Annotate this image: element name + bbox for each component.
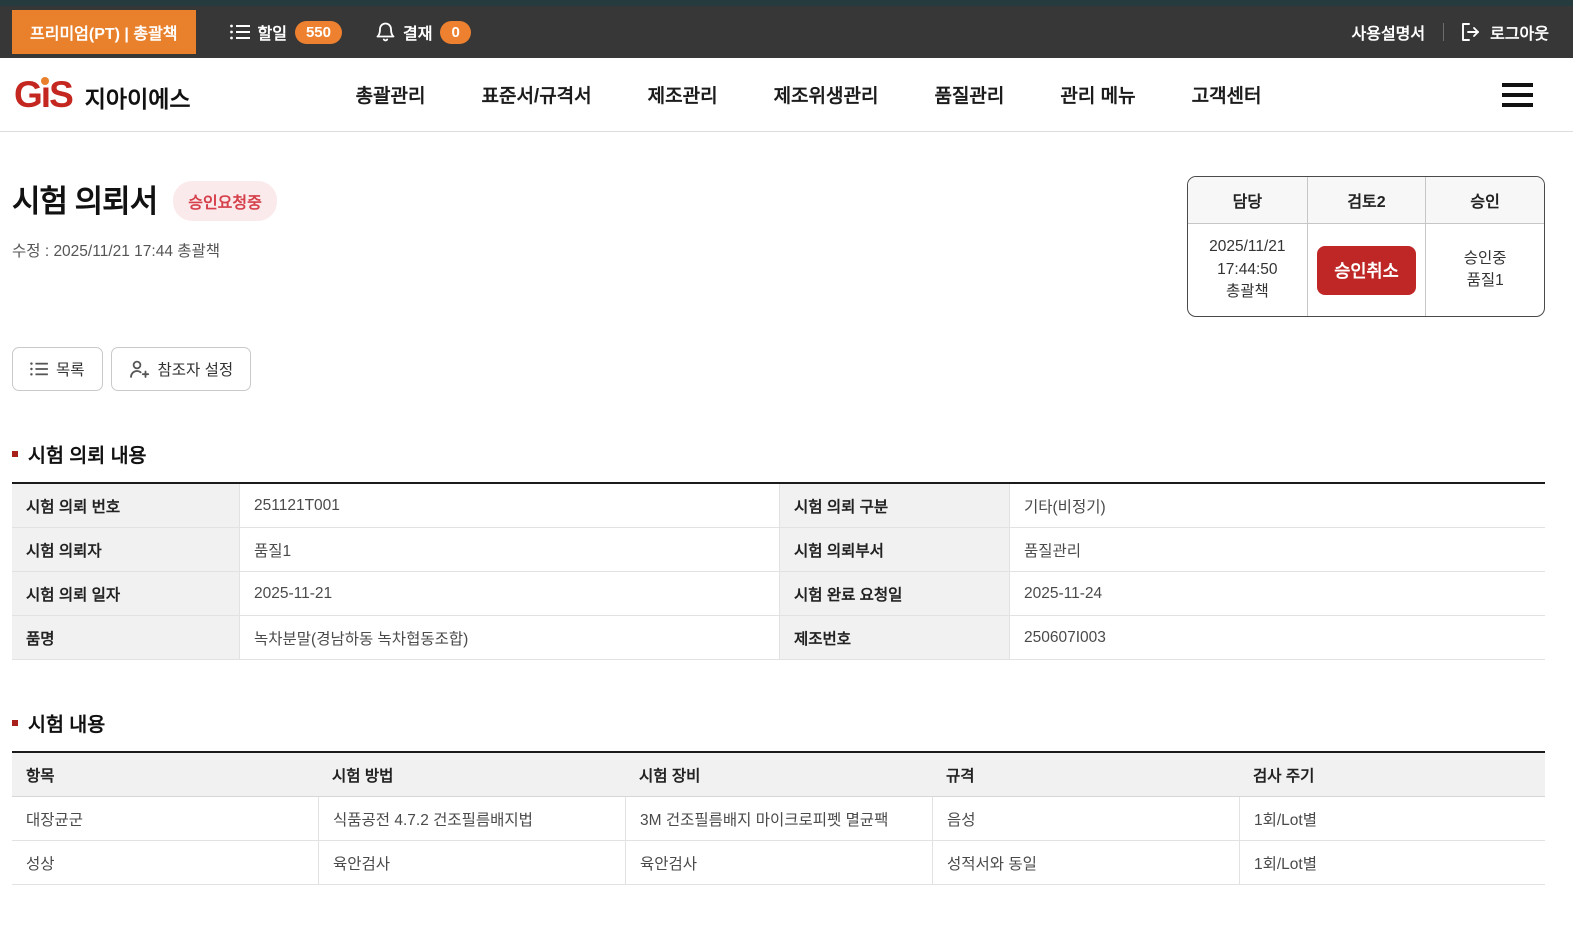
todo-count-badge: 550 [294,20,342,44]
field-label: 시험 의뢰부서 [780,528,1010,572]
table-cell: 육안검사 [625,841,932,885]
bell-icon [376,22,395,42]
hamburger-menu-icon[interactable] [1502,82,1533,107]
test-section-title: 시험 내용 [28,714,106,736]
table-cell: 식품공전 4.7.2 건조필름배지법 [318,797,625,841]
column-header: 항목 [12,753,318,797]
table-cell: 1회/Lot별 [1239,841,1545,885]
nav-item-customer-center[interactable]: 고객센터 [1192,81,1262,108]
field-label: 시험 완료 요청일 [780,572,1010,616]
page-title: 시험 의뢰서 [12,184,158,219]
list-icon [30,361,48,377]
approval-label: 결재 [403,26,433,43]
approval-menu[interactable]: 결재 0 [376,20,471,44]
topbar: 프리미엄(PT) | 총괄책 할일 550 결재 0 사용설명서 로그아웃 [0,6,1573,58]
nav-item-manufacturing[interactable]: 제조관리 [648,81,718,108]
referrer-button-label: 참조자 설정 [157,362,234,379]
field-value: 품질1 [240,528,780,572]
field-value: 기타(비정기) [1010,484,1545,528]
request-section-title: 시험 의뢰 내용 [28,445,147,467]
list-button-label: 목록 [56,362,85,379]
field-label: 시험 의뢰 번호 [12,484,240,528]
cancel-approval-button[interactable]: 승인취소 [1317,245,1416,295]
logout-icon [1462,23,1482,41]
approval-col-review2: 검토2 [1306,177,1426,223]
todo-menu[interactable]: 할일 550 [229,20,342,44]
status-badge: 승인요청중 [173,180,277,221]
nav-item-admin-menu[interactable]: 관리 메뉴 [1060,81,1135,108]
title-row: 시험 의뢰서 승인요청중 수정 : 2025/11/21 17:44 총괄책 담… [12,176,1545,317]
column-header: 시험 장비 [625,753,932,797]
column-header: 검사 주기 [1239,753,1545,797]
logo-company-name: 지아이에스 [84,85,191,112]
table-cell: 3M 건조필름배지 마이크로피펫 멸균팩 [625,797,932,841]
request-info-table: 시험 의뢰 번호 251121T001 시험 의뢰 구분 기타(비정기) 시험 … [12,482,1545,660]
column-header: 규격 [932,753,1239,797]
field-label: 시험 의뢰자 [12,528,240,572]
todo-label: 할일 [257,26,287,43]
main-content: 시험 의뢰서 승인요청중 수정 : 2025/11/21 17:44 총괄책 담… [0,176,1573,925]
toolbar: 목록 참조자 설정 [12,347,1545,391]
red-square-bullet [12,719,18,726]
test-content-section: 시험 내용 항목 시험 방법 시험 장비 규격 검사 주기 대장균군 식품공전 … [12,708,1545,885]
approval-line-body: 2025/11/21 17:44:50 총괄책 승인취소 승인중 품질1 [1188,224,1544,316]
table-cell: 육안검사 [318,841,625,885]
approval-count-badge: 0 [440,20,471,44]
field-label: 품명 [12,616,240,660]
field-label: 제조번호 [780,616,1010,660]
approval-line-box: 담당 검토2 승인 2025/11/21 17:44:50 총괄책 승인취소 승… [1187,176,1545,317]
modified-timestamp: 수정 : 2025/11/21 17:44 총괄책 [12,243,221,260]
premium-plan-badge[interactable]: 프리미엄(PT) | 총괄책 [12,10,196,54]
field-value: 녹차분말(경남하동 녹차협동조합) [240,616,780,660]
field-value: 2025-11-21 [240,572,780,616]
manual-link[interactable]: 사용설명서 [1352,20,1426,44]
approval-line-header: 담당 검토2 승인 [1188,177,1544,224]
table-cell: 대장균군 [12,797,318,841]
list-icon [229,23,250,41]
logo-mark: GıS [14,73,74,115]
field-value: 품질관리 [1010,528,1545,572]
approval-col-manager: 담당 [1232,194,1263,211]
approval-manager-cell: 2025/11/21 17:44:50 총괄책 [1209,238,1286,301]
table-cell: 음성 [932,797,1239,841]
logo-i-dot [40,76,49,85]
topbar-right: 사용설명서 로그아웃 [1352,20,1549,44]
nav-item-standards-specs[interactable]: 표준서/규격서 [481,81,591,108]
topbar-divider [1443,23,1445,41]
approval-approver-cell: 승인중 품질1 [1425,224,1544,316]
table-cell: 성상 [12,841,318,885]
field-label: 시험 의뢰 일자 [12,572,240,616]
field-value: 2025-11-24 [1010,572,1545,616]
main-nav: 총괄관리 표준서/규격서 제조관리 제조위생관리 품질관리 관리 메뉴 고객센터 [356,81,1262,108]
navbar: GıS 지아이에스 총괄관리 표준서/규격서 제조관리 제조위생관리 품질관리 … [0,58,1573,132]
logo[interactable]: GıS 지아이에스 [14,76,191,114]
person-plus-icon [129,360,150,378]
logout-button[interactable]: 로그아웃 [1462,20,1549,44]
test-request-section: 시험 의뢰 내용 시험 의뢰 번호 251121T001 시험 의뢰 구분 기타… [12,439,1545,660]
nav-item-quality-management[interactable]: 품질관리 [934,81,1004,108]
nav-item-manufacturing-hygiene[interactable]: 제조위생관리 [774,81,879,108]
field-label: 시험 의뢰 구분 [780,484,1010,528]
approval-col-approve: 승인 [1425,177,1544,223]
referrer-settings-button[interactable]: 참조자 설정 [110,347,252,391]
table-cell: 성적서와 동일 [932,841,1239,885]
column-header: 시험 방법 [318,753,625,797]
red-square-bullet [12,450,18,457]
table-cell: 1회/Lot별 [1239,797,1545,841]
nav-item-general-management[interactable]: 총괄관리 [356,81,426,108]
logout-label: 로그아웃 [1490,26,1549,43]
test-content-table: 항목 시험 방법 시험 장비 규격 검사 주기 대장균군 식품공전 4.7.2 … [12,751,1545,885]
list-button[interactable]: 목록 [12,347,103,391]
field-value: 251121T001 [240,484,780,528]
field-value: 250607I003 [1010,616,1545,660]
